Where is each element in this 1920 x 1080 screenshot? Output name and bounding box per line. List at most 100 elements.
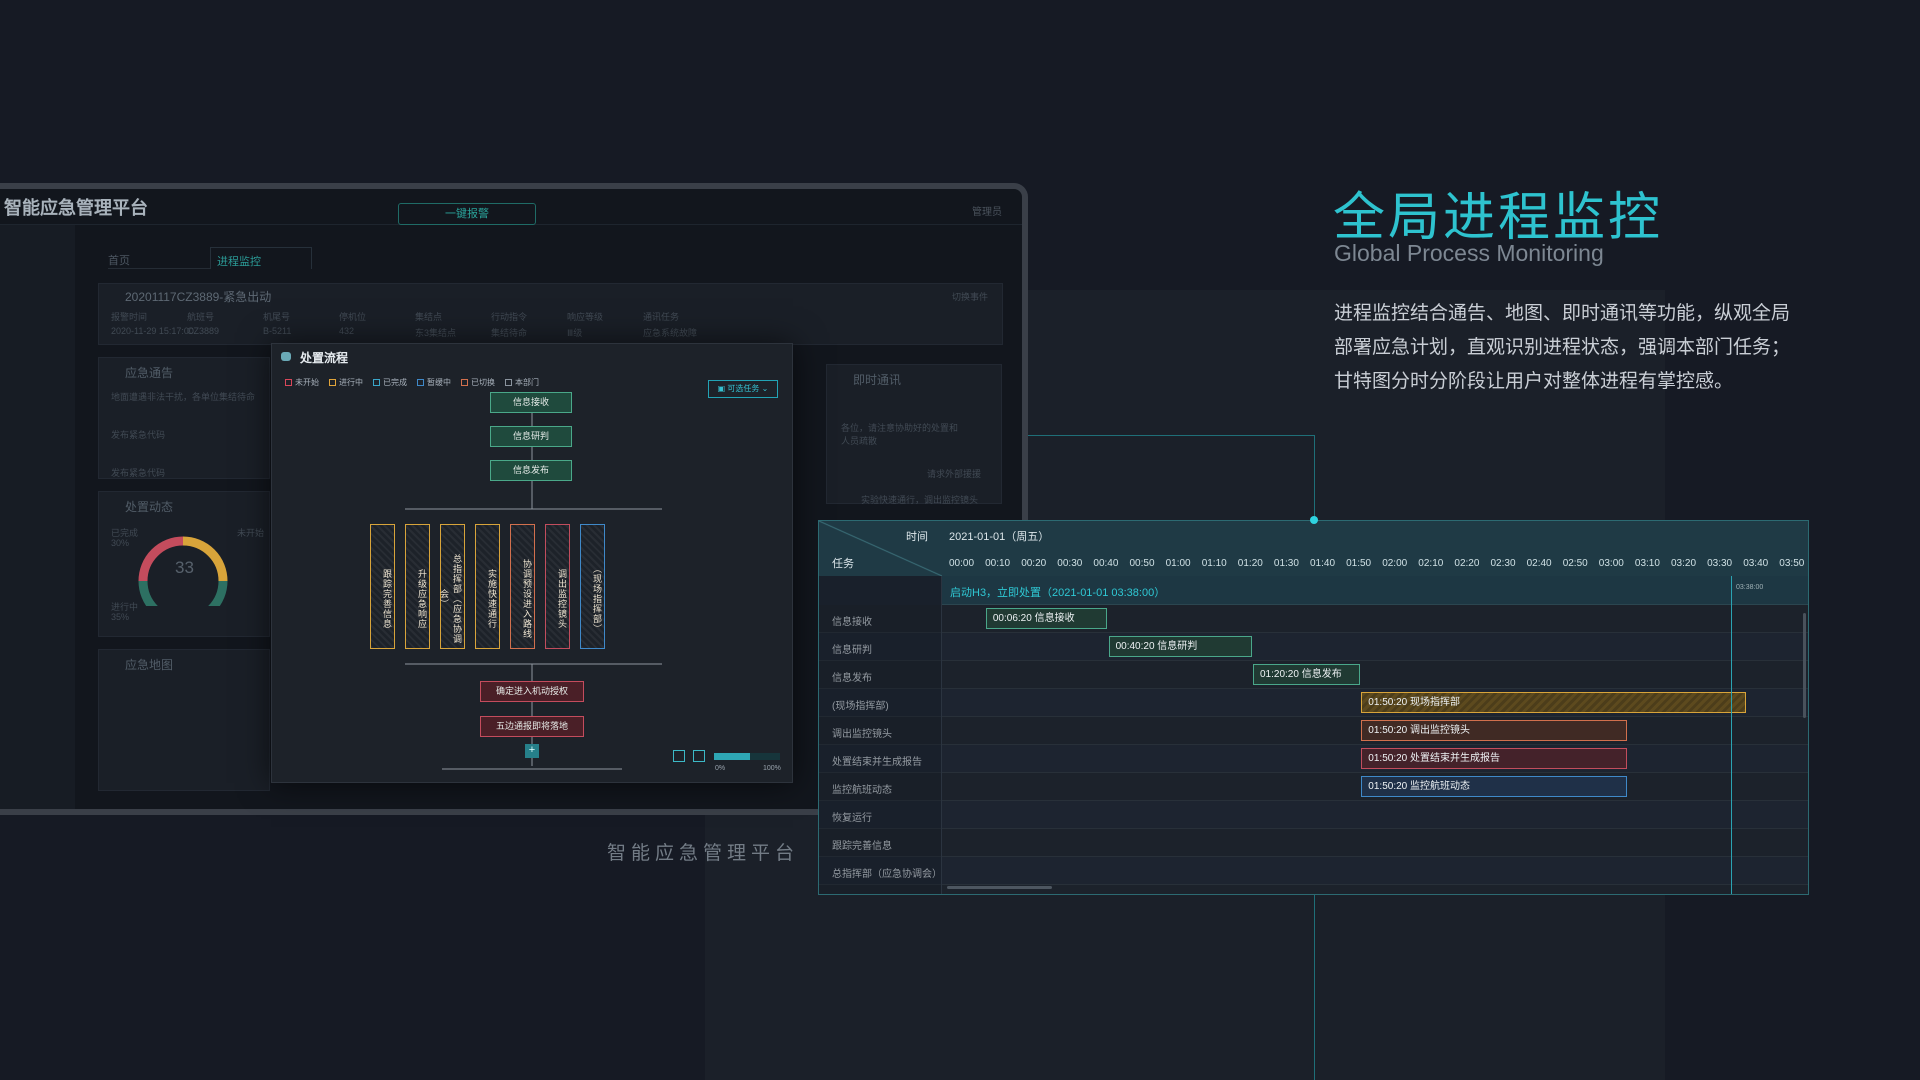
gantt-row: 监控航班动态 — [819, 773, 1808, 801]
connector-line — [1314, 435, 1315, 520]
tab-home[interactable]: 首页 — [108, 247, 210, 269]
sidebar — [0, 225, 75, 809]
laptop-caption: 智能应急管理平台 — [607, 843, 800, 864]
dynamic-label: 35% — [111, 612, 130, 622]
time-tick: 00:20 — [1021, 558, 1047, 569]
hero-subtitle: Global Process Monitoring — [1334, 240, 1604, 266]
flow-column-node[interactable]: 跟踪完善信息 — [370, 524, 395, 649]
flow-node[interactable]: 信息发布 — [490, 460, 572, 481]
current-time-line — [1731, 576, 1732, 894]
dynamic-total: 33 — [175, 558, 194, 577]
time-tick: 03:50 — [1779, 558, 1805, 569]
flow-column-node[interactable]: 升级应急响应 — [405, 524, 430, 649]
tab-bar: 首页 进程监控 — [108, 247, 312, 269]
vertical-scrollbar[interactable] — [1803, 613, 1806, 718]
flow-node[interactable]: 信息接收 — [490, 392, 572, 413]
time-tick: 03:10 — [1634, 558, 1660, 569]
alarm-button[interactable]: 一键报警 — [398, 203, 536, 225]
time-label: 时间 — [906, 531, 928, 543]
event-field-label: 停机位 — [339, 312, 367, 322]
gantt-bar[interactable]: 01:20:20 信息发布 — [1253, 664, 1361, 685]
time-tick: 00:10 — [985, 558, 1011, 569]
zoom-fill — [714, 753, 751, 760]
gantt-row: 信息接收 — [819, 605, 1808, 633]
user-menu[interactable]: 管理员 — [972, 203, 1002, 218]
app-logo: 智能应急管理平台 — [4, 197, 148, 218]
event-field-label: 报警时间 — [111, 312, 148, 322]
event-field-value: 东3集结点 — [415, 328, 457, 338]
time-tick: 02:50 — [1562, 558, 1588, 569]
flow-column-node[interactable]: 实施快速通行 — [475, 524, 500, 649]
gantt-date: 2021-01-01（周五） — [949, 531, 1050, 543]
event-field-value: B-5211 — [263, 326, 292, 336]
flow-node[interactable]: 信息研判 — [490, 426, 572, 447]
gantt-bar[interactable]: 01:50:20 处置结束并生成报告 — [1361, 748, 1628, 769]
notice-line: 发布紧急代码 — [111, 430, 166, 440]
gantt-bar[interactable]: 00:40:20 信息研判 — [1108, 636, 1252, 657]
time-tick: 03:40 — [1743, 558, 1769, 569]
flow-column-node[interactable]: 总指挥部（应急协调会） — [439, 524, 465, 649]
event-field-value: Ⅲ级 — [567, 328, 583, 338]
dynamic-label: 30% — [111, 538, 130, 548]
time-tick: 03:30 — [1707, 558, 1733, 569]
event-title: 20201117CZ3889-紧急出动 — [125, 290, 272, 304]
gantt-row: 恢复运行 — [819, 801, 1808, 829]
task-label: 任务 — [832, 558, 854, 570]
time-tick: 03:00 — [1598, 558, 1624, 569]
hero-title: 全局进程监控 — [1333, 189, 1664, 247]
event-field-label: 响应等级 — [567, 312, 604, 322]
notice-line: 发布紧急代码 — [111, 468, 166, 478]
time-tick: 02:00 — [1382, 558, 1408, 569]
gantt-bar[interactable]: 01:50:20 调出监控镜头 — [1361, 720, 1628, 741]
zoom-slider[interactable] — [714, 753, 780, 760]
time-tick: 02:10 — [1418, 558, 1444, 569]
zoom-min: 0% — [715, 765, 726, 772]
event-field-value: CZ3889 — [187, 326, 220, 336]
hero-description: 进程监控结合通告、地图、即时通讯等功能，纵观全局部署应急计划，直观识别进程状态，… — [1334, 303, 1791, 392]
map-title: 应急地图 — [125, 658, 174, 672]
time-tick: 01:20 — [1237, 558, 1263, 569]
time-tick: 02:30 — [1490, 558, 1516, 569]
dynamic-title: 处置动态 — [125, 500, 174, 514]
switch-event-link[interactable]: 切换事件 — [952, 290, 988, 303]
time-tick: 00:30 — [1057, 558, 1083, 569]
flow-column-node[interactable]: （现场指挥部） — [580, 524, 605, 649]
flow-node[interactable]: 五边通报即将落地 — [480, 716, 584, 737]
fit-icon[interactable] — [673, 750, 685, 762]
event-field-value: 2020-11-29 15:17:00 — [111, 326, 194, 336]
event-field-label: 航班号 — [187, 312, 215, 322]
gantt-row: 调出监控镜头 — [819, 717, 1808, 745]
connector-dot — [1310, 516, 1318, 524]
start-text: 启动H3，立即处置（2021-01-01 03:38:00） — [950, 587, 1166, 599]
gantt-bar[interactable]: 00:06:20 信息接收 — [985, 608, 1108, 629]
event-field-label: 通讯任务 — [643, 312, 680, 322]
event-field-value: 432 — [339, 326, 355, 336]
time-tick: 00:50 — [1129, 558, 1155, 569]
gantt-bar[interactable]: 01:50:20 现场指挥部 — [1361, 692, 1747, 713]
flow-column-node[interactable]: 调出监控镜头 — [545, 524, 570, 649]
time-tick: 02:40 — [1526, 558, 1552, 569]
gantt-bar[interactable]: 01:50:20 监控航班动态 — [1361, 776, 1628, 797]
time-tick: 01:40 — [1310, 558, 1336, 569]
notice-line: 地面遭遇非法干扰，各单位集结待命 — [111, 392, 256, 402]
event-field-value: 集结待命 — [491, 328, 528, 338]
event-field-label: 机尾号 — [263, 312, 291, 322]
time-tick: 02:20 — [1454, 558, 1480, 569]
add-icon[interactable]: + — [525, 744, 539, 758]
im-title: 即时通讯 — [853, 373, 902, 387]
horizontal-scrollbar[interactable] — [947, 886, 1052, 889]
fullscreen-icon[interactable] — [693, 750, 705, 762]
time-tick: 01:50 — [1346, 558, 1372, 569]
im-line: 请求外部援援 — [927, 469, 982, 479]
gantt-row: 总指挥部（应急协调会） — [819, 857, 1808, 885]
flow-node[interactable]: 确定进入机动授权 — [480, 681, 584, 702]
tab-process-monitor[interactable]: 进程监控 — [210, 247, 312, 269]
event-field-label: 集结点 — [415, 312, 443, 322]
time-tick: 00:40 — [1093, 558, 1119, 569]
flow-column-node[interactable]: 协调预设进入路线 — [510, 524, 535, 649]
time-tick: 00:00 — [949, 558, 975, 569]
notice-title: 应急通告 — [125, 366, 174, 380]
event-card: 20201117CZ3889-紧急出动 切换事件 报警时间 2020-11-29 … — [98, 283, 1003, 345]
gantt-row: 信息研判 — [819, 633, 1808, 661]
im-card: 即时通讯 各位，请注意协助好的处置和人员疏散 请求外部援援 实验快速通行，调出监… — [826, 364, 1002, 505]
